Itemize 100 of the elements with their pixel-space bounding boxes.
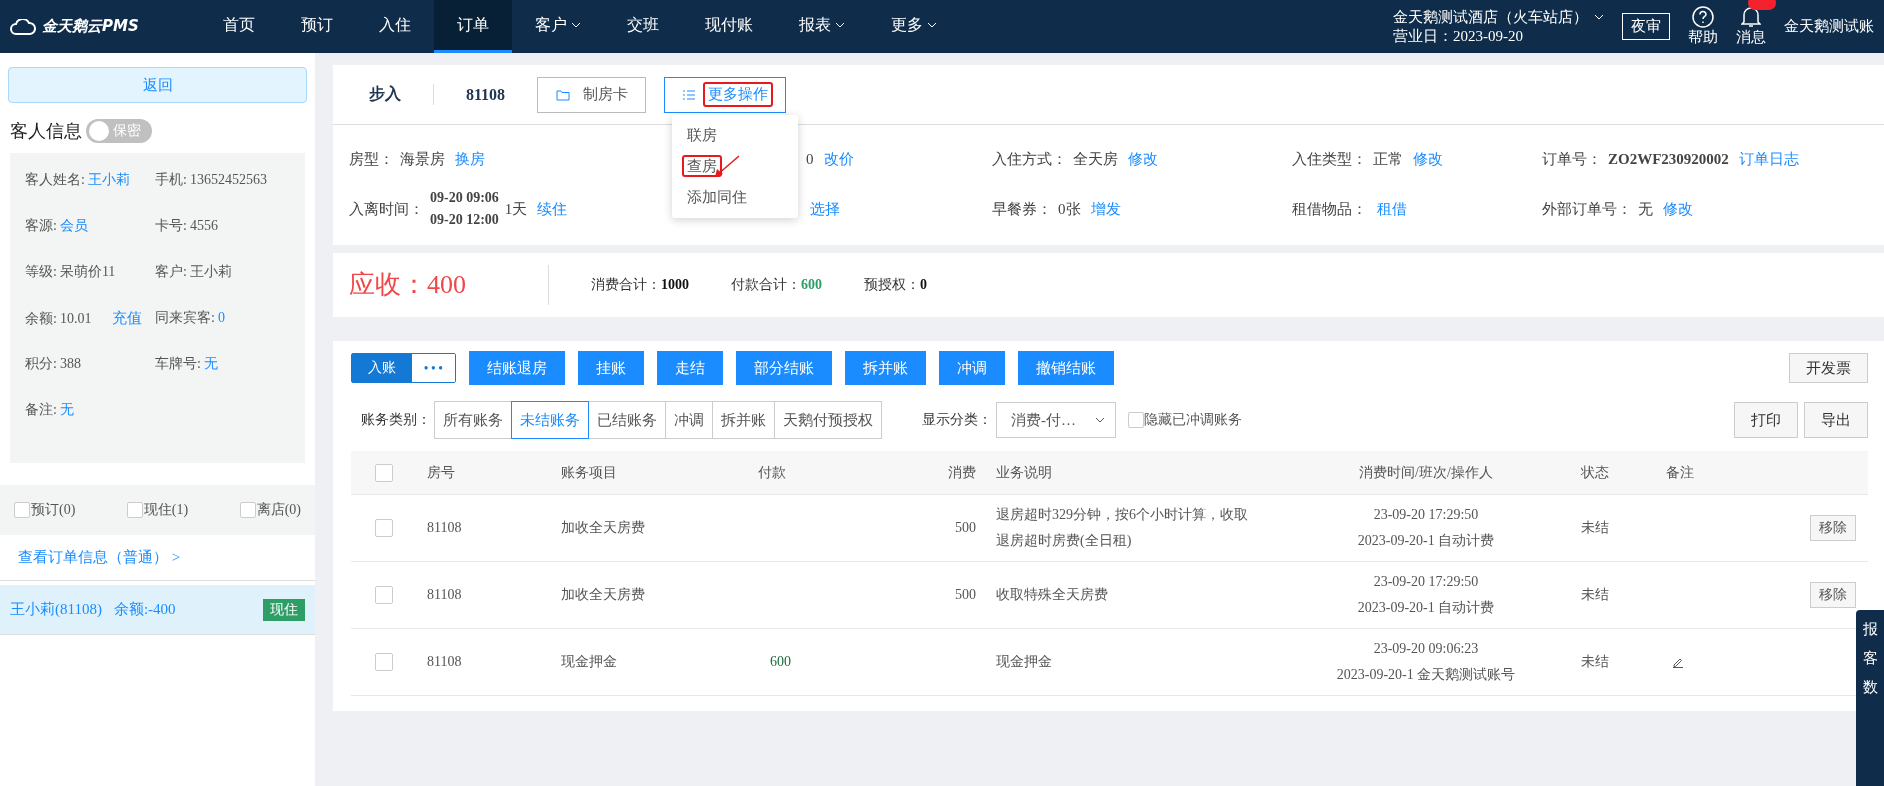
post-button[interactable]: 入账 — [352, 354, 412, 382]
export-button[interactable]: 导出 — [1804, 402, 1868, 438]
table-cell-text: 23-09-20 17:29:50 2023-09-20-1 自动计费 — [1356, 573, 1496, 617]
nav-tab[interactable]: 现付账 — [682, 0, 776, 53]
cloud-icon — [10, 18, 36, 35]
dock-label[interactable]: 客 — [1862, 649, 1878, 668]
table-cell-text: 81108 — [427, 653, 463, 671]
info-action-link[interactable]: 增发 — [1090, 199, 1121, 219]
column-header: 状态 — [1580, 463, 1610, 482]
field-value: 王小莉 — [189, 263, 232, 281]
print-button[interactable]: 打印 — [1734, 402, 1798, 438]
nav-tab[interactable]: 更多 — [868, 0, 960, 53]
field-label: 车牌号: — [155, 355, 201, 373]
field-label: 手机: — [155, 171, 187, 189]
category-tab[interactable]: 冲调 — [665, 401, 713, 439]
menu-item[interactable]: 添加同住 — [672, 182, 798, 213]
messages-label[interactable]: 消息 — [1736, 28, 1766, 47]
info-value: 0 — [806, 150, 814, 168]
order-type: 步入 — [369, 84, 434, 105]
remove-button[interactable]: 移除 — [1810, 515, 1856, 541]
select-all-checkbox[interactable] — [375, 463, 393, 482]
summary-item: 预授权：0 — [864, 276, 927, 294]
invoice-button[interactable]: 开发票 — [1789, 353, 1868, 383]
category-tab[interactable]: 所有账务 — [434, 401, 512, 439]
nav-tab[interactable]: 交班 — [604, 0, 682, 53]
info-action-link[interactable]: 换房 — [455, 149, 485, 169]
field-value: 388 — [59, 356, 81, 372]
category-tab[interactable]: 未结账务 — [511, 401, 589, 439]
info-value: ZO2WF230920002 — [1608, 150, 1729, 168]
checkbox-label[interactable]: 离店(0) — [256, 501, 301, 519]
table-cell-text: 未结 — [1580, 653, 1610, 671]
info-label: 入住类型： — [1292, 149, 1367, 169]
info-label: 订单号： — [1542, 149, 1602, 169]
info-action-link[interactable]: 修改 — [1413, 149, 1443, 169]
filter-label: 账务类别： — [361, 411, 431, 429]
info-value: 0张 — [1058, 199, 1081, 219]
info-value: 海景房 — [400, 149, 445, 169]
field-value: 13652452563 — [189, 172, 267, 188]
info-action-link[interactable]: 修改 — [1663, 199, 1693, 219]
nav-tab[interactable]: 入住 — [356, 0, 434, 53]
column-header: 业务说明 — [995, 463, 1053, 482]
toolbar-button[interactable]: 制房卡 — [537, 76, 647, 113]
checkbox[interactable] — [14, 502, 30, 518]
info-action-link[interactable]: 租借 — [1377, 199, 1407, 219]
category-tab[interactable]: 已结账务 — [588, 401, 666, 439]
category-tab[interactable]: 天鹅付预授权 — [774, 401, 882, 439]
info-action-link[interactable]: 修改 — [1128, 149, 1158, 169]
table-cell-text: 退房超时329分钟，按6个小时计算，收取退房超时房费(全日租) — [995, 506, 1249, 550]
caret-icon — [1594, 14, 1604, 20]
table-cell-text: 未结 — [1580, 519, 1610, 537]
field-label: 卡号: — [155, 217, 187, 235]
checkbox-label[interactable]: 预订(0) — [31, 501, 76, 519]
remove-button[interactable]: 移除 — [1810, 582, 1856, 608]
nav-tab[interactable]: 客户 — [512, 0, 604, 53]
info-label: 房型： — [349, 149, 394, 169]
table-cell-text: 加收全天房费 — [561, 519, 646, 537]
row-checkbox[interactable] — [375, 519, 393, 537]
row-checkbox[interactable] — [375, 653, 393, 671]
business-day: 营业日：2023-09-20 — [1393, 26, 1604, 46]
info-action-link[interactable]: 订单日志 — [1738, 149, 1799, 169]
nav-tab[interactable]: 预订 — [278, 0, 356, 53]
account-name[interactable]: 金天鹅测试账 — [1784, 17, 1884, 36]
dock-label[interactable]: 报 — [1862, 620, 1878, 639]
bell-icon[interactable] — [1741, 6, 1761, 28]
info-action-link[interactable]: 续住 — [537, 199, 568, 219]
field-label: 客源: — [25, 217, 57, 235]
checkbox[interactable] — [1128, 412, 1144, 428]
filter-label: 显示分类： — [922, 411, 992, 429]
checkbox-label[interactable]: 隐藏已冲调账务 — [1144, 411, 1242, 429]
table-cell-text: 23-09-20 17:29:50 2023-09-20-1 自动计费 — [1356, 506, 1496, 550]
nav-tab[interactable]: 订单 — [434, 0, 512, 53]
hotel-name[interactable]: 金天鹅测试酒店（火车站店） — [1393, 7, 1588, 27]
row-checkbox[interactable] — [375, 586, 393, 604]
category-tab[interactable]: 拆并账 — [712, 401, 775, 439]
help-label[interactable]: 帮助 — [1688, 28, 1718, 47]
info-label: 入住方式： — [992, 149, 1067, 169]
column-header: 备注 — [1666, 463, 1695, 482]
nav-tab[interactable]: 首页 — [200, 0, 278, 53]
edit-icon[interactable] — [1672, 656, 1684, 668]
table-cell-text: 500 — [954, 519, 976, 537]
stay-times: 09-20 09:06 09-20 12:00 — [430, 190, 499, 228]
column-header: 消费 — [947, 463, 976, 482]
nav-tab[interactable]: 报表 — [776, 0, 868, 53]
field-label: 客人姓名: — [25, 171, 85, 189]
order-info-link[interactable]: 查看订单信息（普通） > — [0, 535, 315, 581]
menu-item[interactable]: 联房 — [672, 120, 798, 151]
checkbox-label[interactable]: 现住(1) — [143, 501, 189, 519]
info-action-link[interactable]: 改价 — [823, 149, 854, 169]
checkbox[interactable] — [126, 502, 143, 518]
table-cell-text: 未结 — [1580, 586, 1610, 604]
dock-label[interactable]: 数 — [1862, 678, 1878, 697]
info-value: 正常 — [1373, 149, 1403, 169]
table-cell-text: 收取特殊全天房费 — [995, 586, 1109, 604]
info-label: 入离时间： — [349, 199, 424, 219]
field-label: 余额: — [25, 310, 57, 328]
checkbox[interactable] — [239, 502, 256, 518]
display-select[interactable]: 消费-付… — [996, 402, 1116, 438]
logo-text: 金天鹅云PMS — [42, 17, 139, 36]
night-audit-button[interactable]: 夜审 — [1622, 13, 1670, 40]
help-icon[interactable] — [1692, 6, 1714, 28]
